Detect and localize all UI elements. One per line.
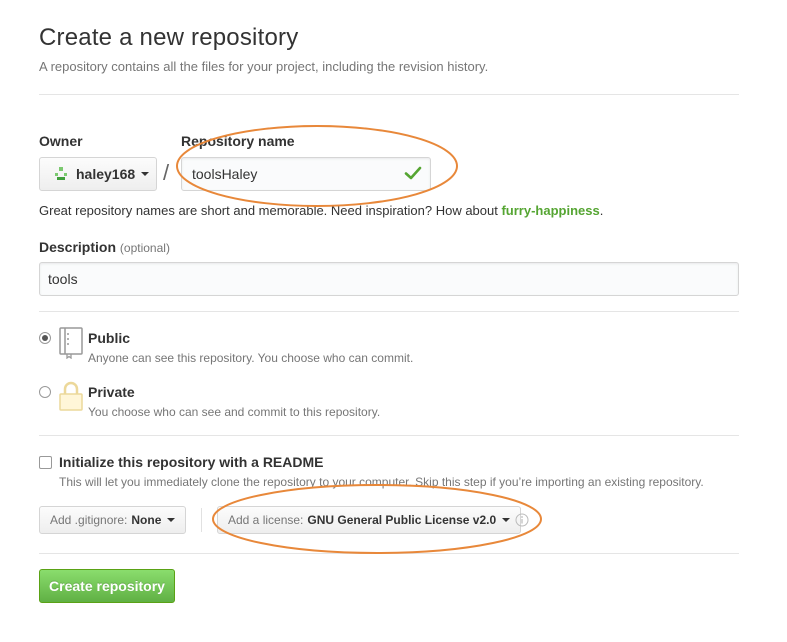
suggested-name-link[interactable]: furry-happiness bbox=[501, 203, 599, 218]
public-option-desc: Anyone can see this repository. You choo… bbox=[88, 351, 414, 365]
public-radio[interactable] bbox=[39, 332, 51, 344]
gitignore-select[interactable]: Add .gitignore: None bbox=[39, 506, 187, 534]
page-subtitle: A repository contains all the files for … bbox=[39, 59, 489, 74]
owner-select[interactable]: haley168 bbox=[39, 157, 157, 191]
chevron-down-icon bbox=[141, 172, 150, 176]
check-icon bbox=[404, 166, 422, 180]
lock-icon bbox=[59, 381, 83, 411]
repo-book-icon bbox=[59, 327, 83, 359]
private-option-title[interactable]: Private bbox=[88, 384, 135, 400]
header-divider bbox=[39, 94, 739, 95]
annotation-overlay bbox=[176, 125, 542, 554]
page-title: Create a new repository bbox=[39, 24, 299, 51]
public-option-title[interactable]: Public bbox=[88, 330, 130, 346]
repo-name-hint: Great repository names are short and mem… bbox=[39, 203, 604, 218]
select-divider bbox=[201, 508, 202, 532]
owner-label: Owner bbox=[39, 133, 83, 149]
description-input[interactable] bbox=[39, 262, 739, 296]
owner-value: haley168 bbox=[76, 166, 136, 182]
readme-label[interactable]: Initialize this repository with a README bbox=[59, 454, 323, 470]
optional-tag: (optional) bbox=[119, 241, 170, 255]
owner-repo-separator: / bbox=[163, 160, 170, 185]
private-radio[interactable] bbox=[39, 386, 51, 398]
section-divider bbox=[39, 311, 739, 312]
section-divider-3 bbox=[39, 553, 739, 554]
chevron-down-icon bbox=[167, 518, 176, 522]
readme-checkbox[interactable] bbox=[39, 456, 52, 469]
repo-name-label: Repository name bbox=[181, 133, 295, 149]
license-select[interactable]: Add a license: GNU General Public Licens… bbox=[217, 506, 522, 534]
readme-desc: This will let you immediately clone the … bbox=[59, 475, 704, 489]
description-label: Description (optional) bbox=[39, 239, 170, 255]
info-icon[interactable] bbox=[515, 513, 529, 527]
chevron-down-icon bbox=[502, 518, 511, 522]
private-option-desc: You choose who can see and commit to thi… bbox=[88, 405, 381, 419]
section-divider-2 bbox=[39, 435, 739, 436]
create-repository-button[interactable]: Create repository bbox=[39, 569, 175, 603]
owner-avatar-icon bbox=[55, 167, 67, 180]
repo-name-input[interactable] bbox=[181, 157, 431, 191]
